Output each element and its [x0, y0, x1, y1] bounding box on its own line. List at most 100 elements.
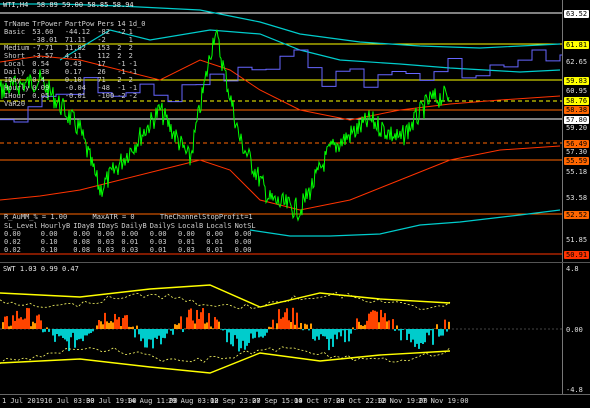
- price-scale-label: 55.18: [566, 168, 587, 176]
- levels-cell: 0.00: [235, 238, 259, 246]
- info-cell: 0.54: [32, 60, 65, 68]
- levels-row: 0.000.000.000.000.000.000.000.000.00: [4, 230, 259, 238]
- info-cell: -1: [129, 84, 149, 92]
- levels-cell: 0.00: [4, 230, 41, 238]
- info-cell: -44.12: [65, 28, 98, 36]
- info-cell: [65, 100, 98, 108]
- info-cell: -7.71: [32, 44, 65, 52]
- info-cell: -2: [129, 92, 149, 100]
- info-cell: 0.4: [32, 76, 65, 84]
- levels-cell: SL_Level: [4, 222, 41, 230]
- info-cell: -3.57: [32, 52, 65, 60]
- price-tag: 57.80: [564, 116, 589, 124]
- info-cell: Basic: [4, 28, 32, 36]
- info-cell: 112: [97, 52, 117, 60]
- info-cell: -48: [97, 84, 117, 92]
- main-chart-pane[interactable]: WTI,H4 58.89 59.00 58.85 58.94 TrNameTrP…: [0, 0, 590, 262]
- price-tag: 56.49: [564, 140, 589, 148]
- info-cell: 2: [117, 76, 128, 84]
- info-row: Short-3.574.1111222: [4, 52, 148, 60]
- levels-header: SL_LevelHourlyBIDayBIDaySDailyBDailySLoc…: [4, 222, 259, 230]
- info-cell: -82: [97, 28, 117, 36]
- info-cell: 17: [97, 60, 117, 68]
- price-scale-label: 60.95: [566, 87, 587, 95]
- info-row: -38.0171.11-21: [4, 36, 148, 44]
- info-cell: 71: [97, 76, 117, 84]
- levels-cell: 0.01: [206, 246, 234, 254]
- levels-cell: 0.03: [150, 238, 178, 246]
- info-cell: -1: [117, 68, 128, 76]
- swt-title: SWT 1.03 0.99 0.47: [3, 265, 79, 273]
- levels-row: 0.020.100.080.030.010.030.010.010.00: [4, 238, 259, 246]
- levels-cell: 0.08: [73, 246, 97, 254]
- info-cell: TrName: [4, 20, 32, 28]
- price-tag: 59.83: [564, 77, 589, 85]
- info-cell: Hourly: [4, 84, 32, 92]
- info-cell: -2: [117, 28, 128, 36]
- info-cell: PartPow: [65, 20, 98, 28]
- info-row: Daily0.380.1726-1-1: [4, 68, 148, 76]
- levels-cell: 0.00: [41, 230, 74, 238]
- info-cell: 1: [129, 28, 149, 36]
- info-cell: 71.11: [65, 36, 98, 44]
- info-cell: 2: [129, 44, 149, 52]
- info-row: Hourly0.09-0.04-48-1-1: [4, 84, 148, 92]
- info-cell: -0.01: [65, 92, 98, 100]
- info-cell: -0.04: [65, 84, 98, 92]
- levels-cell: LocalB: [178, 222, 206, 230]
- trend-info-table: TrNameTrPowerPartPowPers141d_0Basic53.60…: [4, 20, 148, 108]
- levels-cell: 0.00: [73, 230, 97, 238]
- info-cell: 26: [97, 68, 117, 76]
- info-cell: Pers: [97, 20, 117, 28]
- levels-cell: IDayS: [97, 222, 121, 230]
- info-cell: Short: [4, 52, 32, 60]
- params-line: R_AuMM_% = 1.00 MaxATR = 0 TheChannelSto…: [4, 213, 253, 221]
- levels-cell: 0.01: [121, 238, 149, 246]
- info-header: TrNameTrPowerPartPowPers141d_0: [4, 20, 148, 28]
- levels-row: 0.020.100.080.030.030.010.030.010.00: [4, 246, 259, 254]
- info-cell: IHour: [4, 92, 32, 100]
- levels-cell: DailyS: [150, 222, 178, 230]
- levels-cell: HourlyB: [41, 222, 74, 230]
- info-cell: VaR20: [4, 100, 32, 108]
- info-cell: 1d_0: [129, 20, 149, 28]
- time-axis-label: 1 Jul 2019: [2, 397, 44, 405]
- price-scale-label: 51.85: [566, 236, 587, 244]
- price-scale-label: 62.65: [566, 58, 587, 66]
- info-cell: 14: [117, 20, 128, 28]
- info-cell: -38.01: [32, 36, 65, 44]
- price-tag: 52.52: [564, 211, 589, 219]
- price-scale-label: 57.30: [566, 148, 587, 156]
- levels-cell: 0.01: [206, 238, 234, 246]
- levels-cell: 0.10: [41, 238, 74, 246]
- chart-title: WTI,H4 58.89 59.00 58.85 58.94: [3, 1, 134, 9]
- info-cell: -1: [129, 68, 149, 76]
- info-cell: 0.43: [65, 60, 98, 68]
- info-cell: 2: [129, 76, 149, 84]
- time-axis-label: 27 Nov 19:00: [418, 397, 469, 405]
- info-cell: 2: [117, 44, 128, 52]
- price-tag: 58.76: [564, 97, 589, 105]
- levels-cell: 0.03: [121, 246, 149, 254]
- swt-indicator-pane[interactable]: SWT 1.03 0.99 0.47 4.8 0.00 -4.8: [0, 262, 590, 395]
- info-cell: -1: [117, 60, 128, 68]
- info-row: Local0.540.4317-1-1: [4, 60, 148, 68]
- info-cell: 0.10: [65, 76, 98, 84]
- info-cell: [117, 36, 128, 44]
- levels-cell: 0.00: [97, 230, 121, 238]
- info-cell: Daily: [4, 68, 32, 76]
- info-cell: 0.05: [32, 92, 65, 100]
- levels-cell: 0.00: [235, 246, 259, 254]
- info-row: Medium-7.7111.8215322: [4, 44, 148, 52]
- price-scale-label: 59.20: [566, 124, 587, 132]
- info-cell: IDay: [4, 76, 32, 84]
- info-cell: Medium: [4, 44, 32, 52]
- info-cell: 1: [129, 36, 149, 44]
- price-tag: 55.59: [564, 157, 589, 165]
- swt-scale-bottom: -4.8: [566, 386, 583, 394]
- info-row: VaR20: [4, 100, 148, 108]
- levels-cell: NotSL: [235, 222, 259, 230]
- info-cell: 2: [117, 52, 128, 60]
- info-cell: 2: [129, 52, 149, 60]
- levels-cell: 0.00: [206, 230, 234, 238]
